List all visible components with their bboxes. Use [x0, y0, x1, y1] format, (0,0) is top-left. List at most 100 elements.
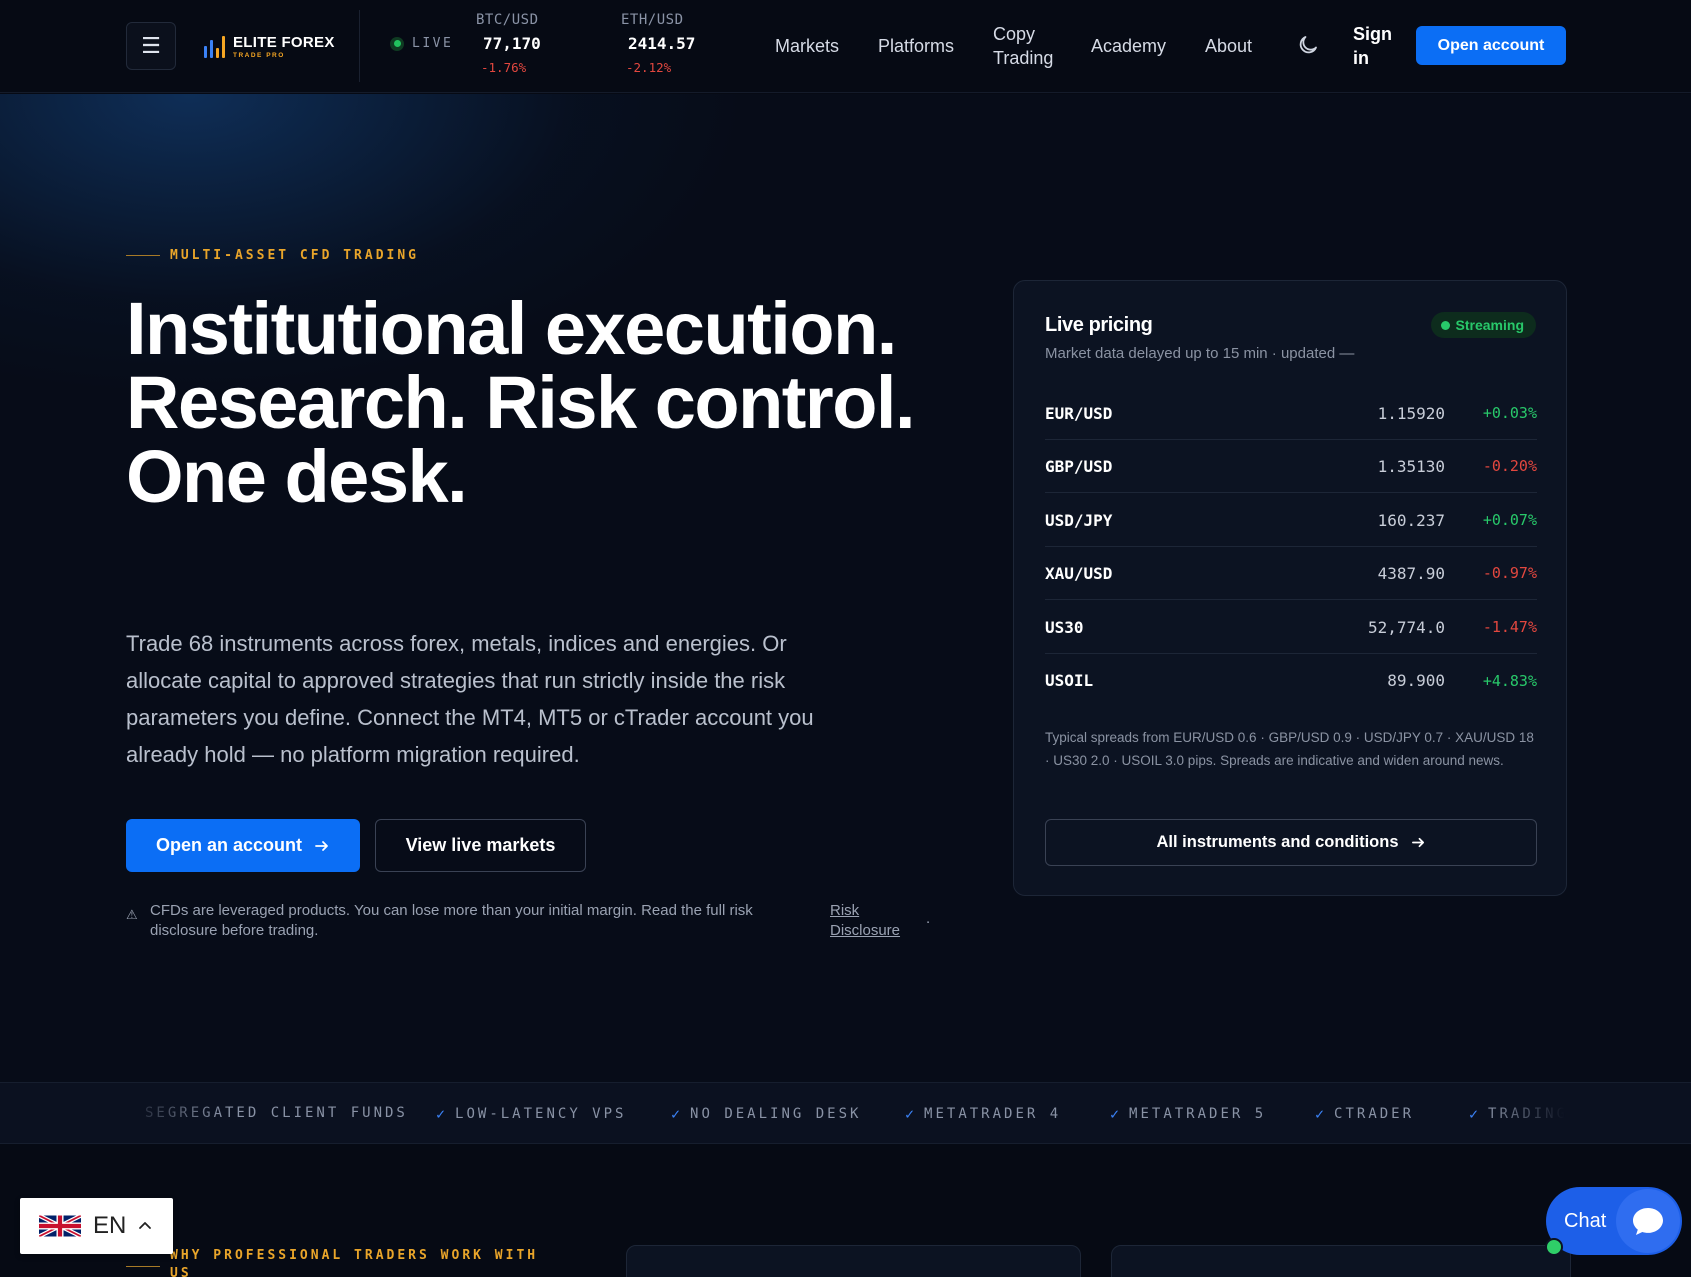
feature-label: SEGREGATED CLIENT FUNDS — [145, 1105, 408, 1121]
sign-in-link[interactable]: Sign in — [1353, 22, 1403, 70]
pricing-subtitle: Market data delayed up to 15 min · updat… — [1045, 345, 1355, 362]
ticker-price: 2414.57 — [628, 34, 696, 53]
streaming-label: Streaming — [1455, 317, 1524, 333]
feature-item: ✓ CTRADER — [1315, 1105, 1414, 1123]
feature-strip: SEGREGATED CLIENT FUNDS ✓ LOW-LATENCY VP… — [0, 1082, 1691, 1144]
logo-tagline: TRADE PRO — [233, 51, 285, 59]
menu-button[interactable]: ☰ — [126, 22, 176, 70]
feature-marquee: SEGREGATED CLIENT FUNDS ✓ LOW-LATENCY VP… — [145, 1083, 1565, 1143]
price-symbol: EUR/USD — [1045, 403, 1113, 423]
hero-eyebrow: MULTI-ASSET CFD TRADING — [126, 248, 419, 263]
chevron-up-icon — [139, 1222, 152, 1229]
open-an-account-button[interactable]: Open an account — [126, 819, 360, 872]
feature-item: ✓ TRADING — [1469, 1105, 1565, 1123]
feature-label: LOW-LATENCY VPS — [455, 1106, 627, 1122]
chat-widget[interactable]: Chat — [1546, 1187, 1682, 1255]
logo[interactable]: ELITE FOREX TRADE PRO — [204, 30, 335, 62]
ticker-change: -2.12% — [626, 60, 672, 75]
nav-markets[interactable]: Markets — [775, 22, 839, 70]
price-row[interactable]: US30 52,774.0 -1.47% — [1045, 601, 1537, 654]
check-icon: ✓ — [671, 1105, 681, 1123]
price-symbol: US30 — [1045, 617, 1084, 637]
ticker-change: -1.76% — [481, 60, 527, 75]
risk-disclosure-link[interactable]: Risk Disclosure — [830, 901, 910, 941]
open-account-button[interactable]: Open account — [1416, 26, 1566, 65]
arrow-right-icon — [1411, 837, 1424, 848]
feature-card — [1111, 1245, 1571, 1277]
price-change: -1.47% — [1482, 618, 1537, 636]
price-change: -0.97% — [1482, 564, 1537, 582]
feature-label: METATRADER 5 — [1129, 1106, 1267, 1122]
price-value: 4387.90 — [1377, 563, 1445, 583]
price-row[interactable]: USD/JPY 160.237 +0.07% — [1045, 494, 1537, 547]
feature-card — [626, 1245, 1081, 1277]
nav-platforms[interactable]: Platforms — [878, 22, 954, 70]
ticker-price: 77,170 — [483, 34, 541, 53]
ticker-symbol: ETH/USD — [621, 12, 684, 28]
price-row[interactable]: USOIL 89.900 +4.83% — [1045, 654, 1537, 707]
nav-about[interactable]: About — [1205, 22, 1252, 70]
uk-flag-icon — [39, 1215, 81, 1237]
hamburger-icon: ☰ — [141, 33, 161, 58]
speech-bubble-icon — [1633, 1208, 1663, 1235]
price-row[interactable]: GBP/USD 1.35130 -0.20% — [1045, 440, 1537, 493]
language-selector[interactable]: EN — [20, 1198, 173, 1254]
site-header: ☰ ELITE FOREX TRADE PRO LIVE BTC/USD 77,… — [0, 0, 1691, 93]
check-icon: ✓ — [436, 1105, 446, 1123]
feature-label: TRADING — [1488, 1106, 1565, 1122]
arrow-right-icon — [315, 840, 328, 851]
feature-item: ✓ LOW-LATENCY VPS — [436, 1105, 626, 1123]
check-icon: ✓ — [905, 1105, 915, 1123]
price-symbol: USOIL — [1045, 671, 1094, 690]
price-change: +0.03% — [1482, 404, 1537, 422]
warning-triangle-icon: ⚠ — [126, 907, 138, 922]
spreads-note: Typical spreads from EUR/USD 0.6 · GBP/U… — [1045, 730, 1534, 768]
price-change: +4.83% — [1482, 671, 1537, 690]
live-dot-icon — [390, 36, 404, 51]
risk-tail: . — [926, 910, 931, 927]
online-status-dot — [1545, 1238, 1563, 1256]
hero-subtext: Trade 68 instruments across forex, metal… — [126, 631, 814, 767]
risk-warning: ⚠ CFDs are leveraged products. You can l… — [126, 901, 936, 941]
language-code: EN — [93, 1212, 127, 1239]
price-value: 89.900 — [1387, 671, 1445, 690]
feature-item: SEGREGATED CLIENT FUNDS — [145, 1105, 408, 1121]
logo-name: ELITE FOREX — [233, 33, 335, 51]
hero-headline: Institutional execution. Research. Risk … — [126, 287, 916, 518]
check-icon: ✓ — [1315, 1105, 1325, 1123]
feature-item: ✓ METATRADER 4 — [905, 1105, 1061, 1123]
price-symbol: USD/JPY — [1045, 510, 1113, 530]
check-icon: ✓ — [1469, 1105, 1479, 1123]
price-value: 52,774.0 — [1367, 617, 1445, 637]
chat-label: Chat — [1564, 1209, 1607, 1232]
cta-secondary-label: View live markets — [405, 835, 556, 855]
ticker-symbol: BTC/USD — [476, 12, 539, 28]
feature-label: METATRADER 4 — [924, 1106, 1062, 1122]
why-eyebrow-text: WHY PROFESSIONAL TRADERS WORK WITH US — [170, 1248, 539, 1277]
risk-text: CFDs are leveraged products. You can los… — [150, 902, 753, 939]
moon-icon[interactable] — [1296, 33, 1320, 57]
price-symbol: GBP/USD — [1045, 456, 1113, 476]
price-change: -0.20% — [1482, 457, 1537, 475]
why-eyebrow: WHY PROFESSIONAL TRADERS WORK WITH US — [126, 1247, 570, 1277]
price-value: 160.237 — [1377, 510, 1445, 530]
all-instruments-label: All instruments and conditions — [1156, 833, 1399, 851]
all-instruments-button[interactable]: All instruments and conditions — [1045, 819, 1537, 866]
nav-copy-trading[interactable]: Copy Trading — [993, 22, 1068, 70]
eyebrow-text: MULTI-ASSET CFD TRADING — [170, 248, 420, 263]
eyebrow-line — [126, 255, 160, 256]
feature-label: NO DEALING DESK — [690, 1106, 862, 1122]
streaming-badge: Streaming — [1430, 312, 1536, 338]
price-row[interactable]: XAU/USD 4387.90 -0.97% — [1045, 547, 1537, 600]
chat-bubble-icon — [1616, 1189, 1680, 1253]
price-value: 1.15920 — [1377, 403, 1445, 423]
price-value: 1.35130 — [1377, 456, 1445, 476]
live-indicator: LIVE — [390, 36, 453, 51]
nav-academy[interactable]: Academy — [1091, 22, 1166, 70]
live-pricing-card: Live pricing Market data delayed up to 1… — [1013, 280, 1567, 896]
check-icon: ✓ — [1110, 1105, 1120, 1123]
price-row[interactable]: EUR/USD 1.15920 +0.03% — [1045, 387, 1537, 440]
feature-item: ✓ NO DEALING DESK — [671, 1105, 861, 1123]
view-live-markets-button[interactable]: View live markets — [375, 819, 586, 872]
pricing-title: Live pricing — [1045, 314, 1153, 336]
